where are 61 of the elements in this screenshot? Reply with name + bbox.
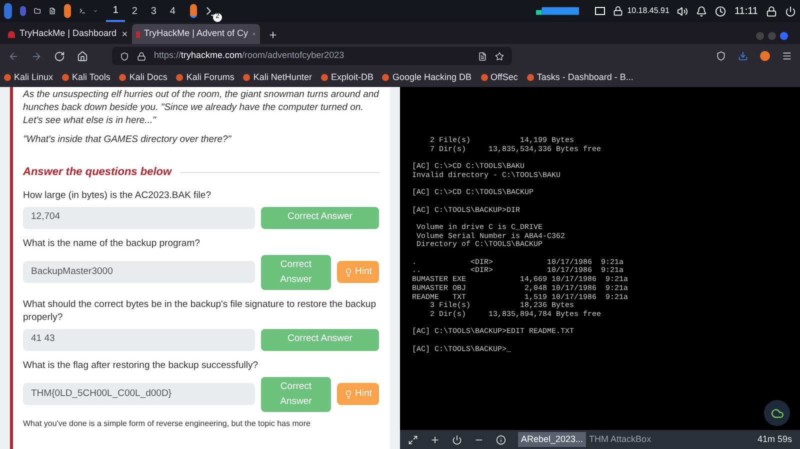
volume-icon[interactable] [677,6,688,16]
clock-icon [715,6,726,16]
question-text: How large (in bytes) is the AC2023.BAK file? [23,188,212,202]
bookmark-link[interactable]: Exploit-DB [320,70,374,84]
question-text: What is the flag after restoring the backup successfully? [23,358,259,372]
reader-view-icon[interactable] [478,52,487,60]
clock-time: 11:11 [734,4,758,18]
question-text: What is the name of the backup program? [23,236,201,250]
cloud-chat-icon [770,406,784,420]
answer-field[interactable]: THM{0LD_5CH00L_C00L_d00D} [23,383,255,405]
story-paragraph: As the unsuspecting elf hurries out of the room, the giant snowman turns around and hunches back down beside you. "Since we already have the computer turned on. Let's see what else is in here..." [23,88,380,127]
workspace-button[interactable]: 3 [144,0,164,22]
bookmark-link[interactable]: Tasks - Dashboard - B... [526,70,634,84]
url-text: https://tryhackme.com/room/adventofcyber2023 [154,49,344,62]
bookmark-link[interactable]: Kali Tools [62,70,110,84]
workspace-button[interactable]: 4 [163,0,182,22]
answer-field[interactable]: 12,704 [23,206,255,228]
download-icon[interactable] [738,51,748,61]
chat-button[interactable] [764,400,790,426]
ip-address: 10.18.45.91 [627,5,670,17]
bookmark-link[interactable]: Kali Linux [4,70,54,84]
bookmark-link[interactable]: Kali NetHunter [243,70,312,84]
bookmark-link[interactable]: Kali Docs [119,70,168,84]
menu-icon[interactable] [782,51,792,61]
shield-icon [120,52,129,60]
power-icon[interactable] [452,434,462,444]
new-tab-icon[interactable] [268,30,278,40]
lock-icon[interactable] [766,6,777,16]
machine-tab[interactable]: ARebel_2023... [518,432,586,447]
home-icon[interactable] [77,50,88,62]
browser-tab[interactable]: TryHackMe | Advent of Cy [132,24,260,44]
tab-title: TryHackMe | Advent of Cy [144,27,248,40]
reload-icon[interactable] [54,50,65,62]
browser-tab[interactable]: TryHackMe | Dashboard [4,24,132,44]
notification-icon[interactable] [696,6,708,16]
body-paragraph: What you've done is a simple form of reverse engineering, but the topic has more [23,418,312,430]
tab-title: TryHackMe | Dashboard [19,27,117,40]
answer-field[interactable]: 41 43 [23,328,255,350]
forward-icon[interactable] [31,50,42,62]
machine-tab[interactable]: THM AttackBox [586,432,654,447]
bookmark-link[interactable]: Kali Forums [176,70,234,84]
power-icon[interactable] [785,6,796,16]
story-paragraph: "What's inside that GAMES directory over there?" [23,133,232,146]
bookmark-link[interactable]: OffSec [480,70,518,84]
address-bar[interactable]: https://tryhackme.com/room/adventofcyber2023 [112,47,512,65]
timer-text: 41m 59s [757,432,792,446]
lightbulb-icon [344,390,354,398]
fullscreen-icon[interactable] [408,434,418,444]
workspace-button[interactable]: 2 [125,0,144,22]
info-icon[interactable] [496,434,506,444]
question-text: What should the correct bytes be in the backup's file signature to restore the backup properly? [23,298,377,324]
bookmark-star-icon[interactable] [495,52,504,60]
add-icon[interactable] [430,434,440,444]
lightbulb-icon [344,268,354,276]
answer-field[interactable]: BackupMaster3000 [23,261,255,283]
padlock-icon [137,52,146,60]
window-icon[interactable] [595,7,606,15]
close-tab-icon[interactable] [120,30,128,38]
section-heading: Answer the questions below [23,165,172,180]
back-icon[interactable] [8,50,19,62]
bookmark-link[interactable]: Google Hacking DB [382,70,472,84]
